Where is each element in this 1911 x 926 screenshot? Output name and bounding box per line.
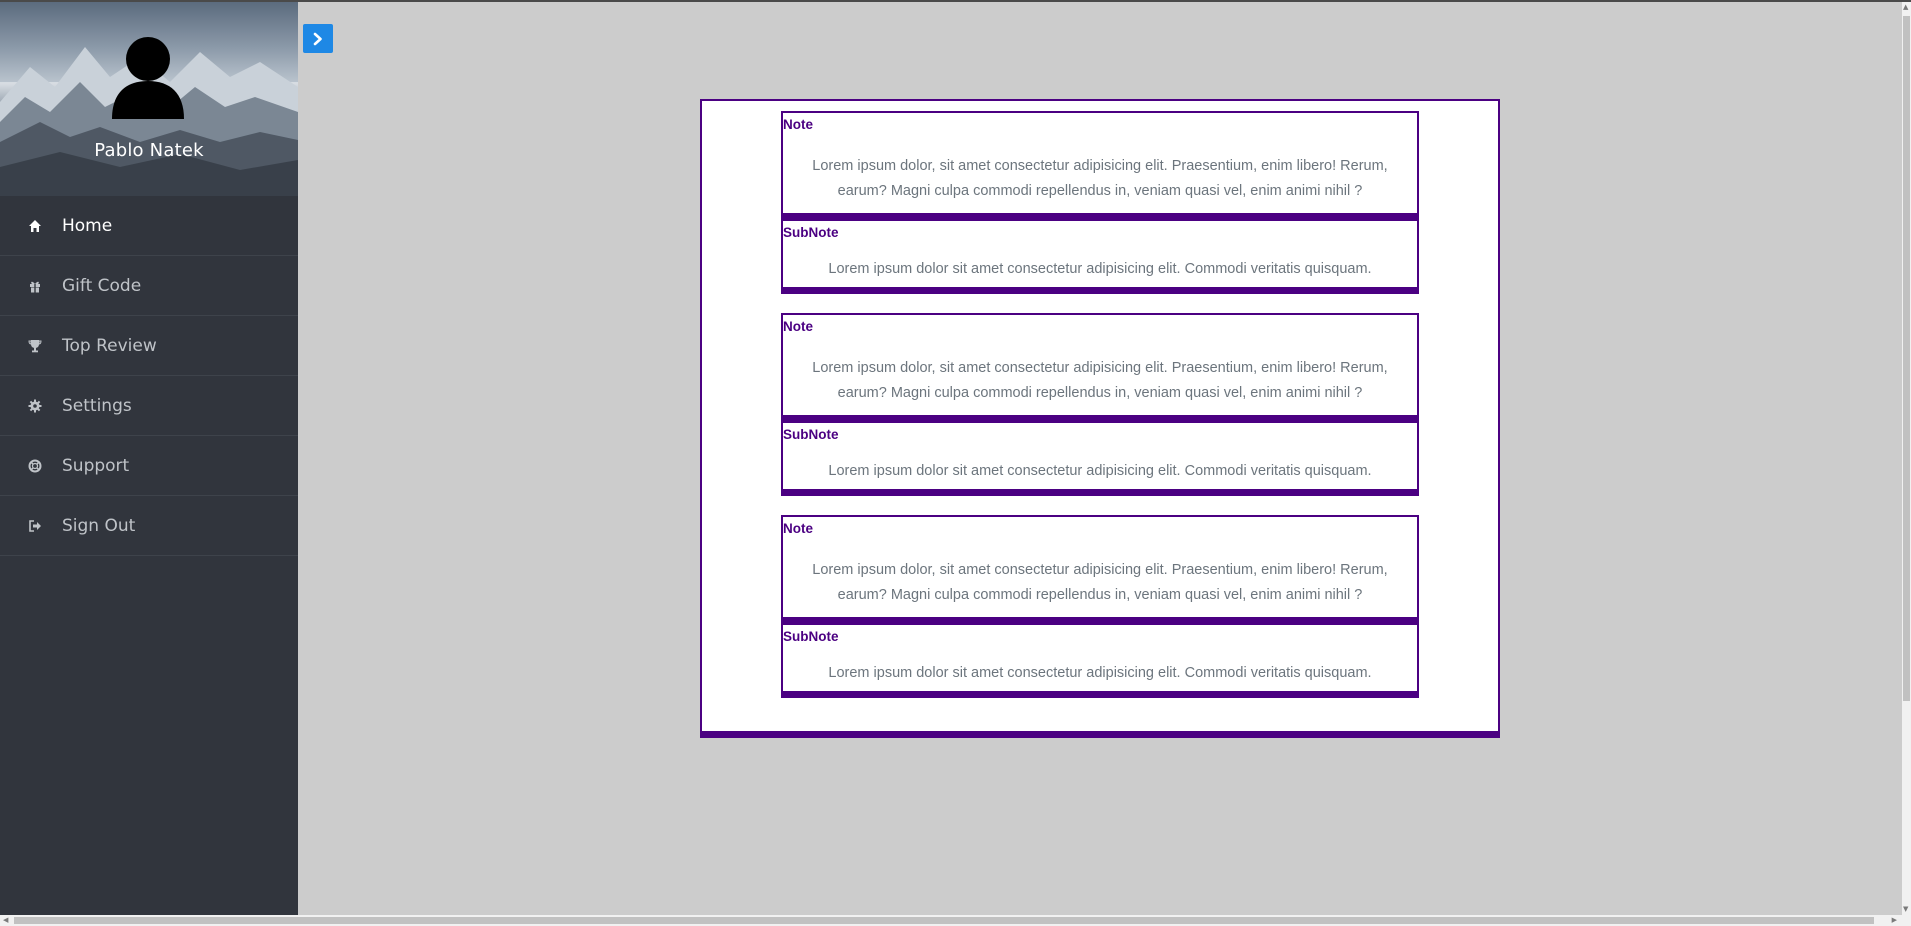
- trophy-icon: [28, 339, 42, 353]
- note-block: Note Lorem ipsum dolor, sit amet consect…: [781, 111, 1419, 294]
- sidebar-item-home[interactable]: Home: [0, 196, 298, 256]
- gear-icon: [28, 399, 42, 413]
- note-section: Note Lorem ipsum dolor, sit amet consect…: [783, 315, 1417, 423]
- note-text: Lorem ipsum dolor, sit amet consectetur …: [812, 562, 1388, 603]
- notes-card: Note Lorem ipsum dolor, sit amet consect…: [700, 99, 1500, 738]
- sidebar-nav: Home Gift Code Top Review Settings Suppo…: [0, 196, 298, 556]
- sidebar-item-gift-code[interactable]: Gift Code: [0, 256, 298, 316]
- sidebar-item-sign-out[interactable]: Sign Out: [0, 496, 298, 556]
- subnote-text: Lorem ipsum dolor sit amet consectetur a…: [828, 665, 1372, 681]
- vertical-scrollbar-thumb[interactable]: [1903, 16, 1910, 701]
- sidebar-item-label: Support: [62, 455, 130, 476]
- user-name: Pablo Natek: [94, 140, 204, 161]
- note-section: Note Lorem ipsum dolor, sit amet consect…: [783, 517, 1417, 625]
- subnote-title: SubNote: [783, 225, 839, 240]
- sidebar-item-label: Settings: [62, 395, 132, 416]
- home-icon: [28, 219, 42, 233]
- sidebar: Pablo Natek Home Gift Code Top Review Se…: [0, 2, 298, 915]
- note-section: Note Lorem ipsum dolor, sit amet consect…: [783, 113, 1417, 221]
- vertical-scrollbar[interactable]: ▲ ▼: [1902, 2, 1911, 915]
- user-avatar-icon[interactable]: [108, 35, 188, 123]
- sign-out-icon: [28, 519, 42, 533]
- note-title: Note: [783, 117, 813, 132]
- note-text: Lorem ipsum dolor, sit amet consectetur …: [812, 360, 1388, 401]
- sidebar-item-support[interactable]: Support: [0, 436, 298, 496]
- note-block: Note Lorem ipsum dolor, sit amet consect…: [781, 313, 1419, 496]
- horizontal-scrollbar-thumb[interactable]: [14, 917, 1874, 924]
- subnote-text: Lorem ipsum dolor sit amet consectetur a…: [828, 261, 1372, 277]
- sidebar-item-top-review[interactable]: Top Review: [0, 316, 298, 376]
- note-text: Lorem ipsum dolor, sit amet consectetur …: [812, 158, 1388, 199]
- sidebar-item-label: Home: [62, 215, 113, 236]
- subnote-text: Lorem ipsum dolor sit amet consectetur a…: [828, 463, 1372, 479]
- subnote-title: SubNote: [783, 629, 839, 644]
- chevron-right-icon: [313, 32, 322, 45]
- sidebar-toggle-button[interactable]: [303, 24, 333, 53]
- scroll-down-arrow-icon[interactable]: ▼: [1903, 906, 1908, 913]
- scroll-right-arrow-icon[interactable]: ▶: [1892, 917, 1897, 924]
- sidebar-item-settings[interactable]: Settings: [0, 376, 298, 436]
- subnote-title: SubNote: [783, 427, 839, 442]
- life-ring-icon: [28, 459, 42, 473]
- scroll-left-arrow-icon[interactable]: ◀: [3, 917, 8, 924]
- profile-header: Pablo Natek: [0, 2, 298, 196]
- subnote-section: SubNote Lorem ipsum dolor sit amet conse…: [783, 625, 1417, 691]
- note-title: Note: [783, 319, 813, 334]
- scroll-up-arrow-icon[interactable]: ▲: [1903, 4, 1908, 11]
- subnote-section: SubNote Lorem ipsum dolor sit amet conse…: [783, 423, 1417, 489]
- gift-icon: [28, 279, 42, 293]
- sidebar-item-label: Gift Code: [62, 275, 142, 296]
- note-title: Note: [783, 521, 813, 536]
- subnote-section: SubNote Lorem ipsum dolor sit amet conse…: [783, 221, 1417, 287]
- sidebar-item-label: Sign Out: [62, 515, 136, 536]
- horizontal-scrollbar[interactable]: ◀ ▶: [0, 915, 1911, 926]
- note-block: Note Lorem ipsum dolor, sit amet consect…: [781, 515, 1419, 698]
- sidebar-item-label: Top Review: [62, 335, 157, 356]
